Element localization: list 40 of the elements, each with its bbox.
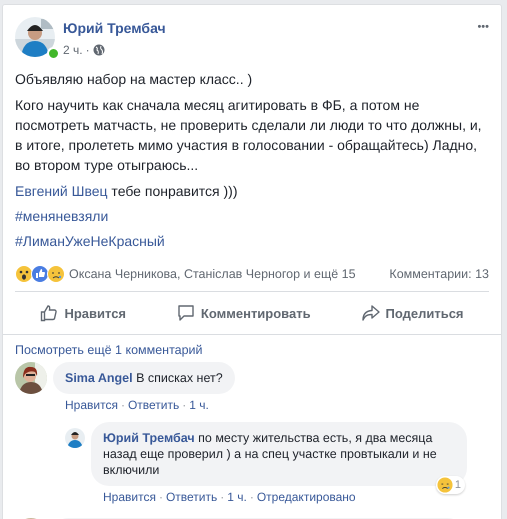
comment-meta-text: 1 ч. — [189, 398, 209, 412]
separator: · — [182, 398, 186, 412]
sad-reaction-icon[interactable] — [47, 265, 65, 283]
comment-action-link[interactable]: Ответить — [128, 398, 180, 412]
comment-text: Sima Angel В списках нет? — [65, 371, 223, 385]
comment-action-link[interactable]: Нравится — [65, 398, 118, 412]
comment-action-link[interactable]: Ответить — [166, 490, 218, 504]
more-options-button[interactable]: ••• — [477, 17, 489, 33]
mention-link[interactable]: Евгений Швец — [15, 183, 108, 199]
post-text: Кого научить как сначала месяц агитировать в ФБ, а потом не посмотреть матчасть, не проверить сделали ли люди то что должны, и, в итоге, пролететь мимо участия в голосовании - обращайтесь) Ладно, во втором туре отыграюсь... — [14, 96, 483, 175]
comment-button[interactable]: Комментировать — [166, 296, 321, 330]
hashtag-link[interactable]: #меняневзяли — [15, 208, 108, 224]
like-reaction-icon[interactable] — [31, 265, 49, 283]
speech-bubble-icon — [176, 304, 195, 322]
reaction-names[interactable]: Оксана Черникова, Станіслав Черногор и ещё 15 — [69, 267, 356, 281]
sad-reaction-icon — [436, 477, 453, 493]
separator: · — [158, 490, 163, 504]
comment-action-link[interactable]: Нравится — [103, 490, 156, 504]
comment-meta-text: 1 ч. — [227, 490, 247, 504]
separator: · — [86, 43, 90, 57]
commenter-name[interactable]: Sima Angel — [65, 371, 133, 385]
globe-icon — [92, 44, 105, 56]
like-button[interactable]: Нравится — [30, 296, 136, 330]
thumbs-up-icon — [40, 304, 58, 322]
separator: · — [120, 398, 125, 412]
commenter-name[interactable]: Юрий Трембач — [103, 431, 195, 445]
share-button[interactable]: Поделиться — [352, 296, 474, 330]
hashtag-link[interactable]: #ЛиманУжеНеКрасный — [15, 233, 165, 249]
comment-text: Юрий Трембач по месту жительства есть, я два месяца назад еще проверил ) а на спец участке провтыкали и не включили — [103, 431, 437, 477]
separator: · — [220, 490, 224, 504]
post-text: тебе понравится ))) — [110, 183, 238, 199]
post-text: Объявляю набор на мастер класс.. ) — [14, 70, 254, 89]
separator: · — [250, 490, 254, 504]
comment-meta-text: Отредактировано — [256, 490, 356, 504]
author-name[interactable]: Юрий Трембач — [63, 20, 166, 36]
comments-count[interactable]: Комментарии: 13 — [389, 267, 489, 281]
wow-reaction-icon[interactable] — [15, 265, 33, 283]
share-arrow-icon — [362, 304, 380, 322]
view-more-comments-link[interactable]: Посмотреть ещё 1 комментарий — [15, 343, 489, 357]
post-time[interactable]: 2 ч. — [63, 43, 83, 57]
